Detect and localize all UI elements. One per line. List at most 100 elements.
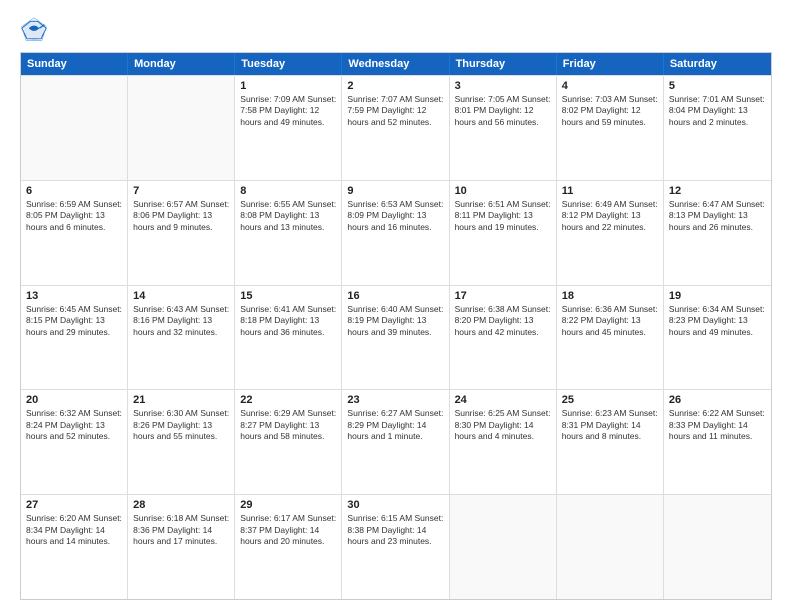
day-number: 25 [562, 394, 658, 406]
day-number: 5 [669, 80, 766, 92]
day-cell-26: 26Sunrise: 6:22 AM Sunset: 8:33 PM Dayli… [664, 390, 771, 494]
day-info: Sunrise: 6:51 AM Sunset: 8:11 PM Dayligh… [455, 199, 551, 233]
day-of-week-friday: Friday [557, 53, 664, 75]
week-row-5: 27 Sunrise: 6:20 AM Sunset: 8:34 PM Dayli… [21, 494, 771, 599]
day-of-week-sunday: Sunday [21, 53, 128, 75]
week-row-3: 13 Sunrise: 6:45 AM Sunset: 8:15 PM Dayli… [21, 285, 771, 390]
day-number: 2 [347, 80, 443, 92]
calendar-body: 1 Sunrise: 7:09 AM Sunset: 7:58 PM Daylig… [21, 75, 771, 599]
day-info: Sunrise: 6:25 AM Sunset: 8:30 PM Dayligh… [455, 408, 551, 442]
day-info: Sunrise: 6:49 AM Sunset: 8:12 PM Dayligh… [562, 199, 658, 233]
empty-cell [557, 495, 664, 599]
day-of-week-thursday: Thursday [450, 53, 557, 75]
logo-icon [20, 16, 48, 44]
day-info: Sunrise: 6:23 AM Sunset: 8:31 PM Dayligh… [562, 408, 658, 442]
calendar: SundayMondayTuesdayWednesdayThursdayFrid… [20, 52, 772, 600]
day-number: 6 [26, 185, 122, 197]
day-cell-11: 11Sunrise: 6:49 AM Sunset: 8:12 PM Dayli… [557, 181, 664, 285]
day-info: Sunrise: 6:40 AM Sunset: 8:19 PM Dayligh… [347, 304, 443, 338]
day-cell-10: 10 Sunrise: 6:51 AM Sunset: 8:11 PM Dayli… [450, 181, 557, 285]
day-number: 20 [26, 394, 122, 406]
day-info: Sunrise: 6:20 AM Sunset: 8:34 PM Dayligh… [26, 513, 122, 547]
day-info: Sunrise: 7:07 AM Sunset: 7:59 PM Dayligh… [347, 94, 443, 128]
day-of-week-tuesday: Tuesday [235, 53, 342, 75]
day-info: Sunrise: 6:55 AM Sunset: 8:08 PM Dayligh… [240, 199, 336, 233]
day-cell-4: 4 Sunrise: 7:03 AM Sunset: 8:02 PM Daylig… [557, 76, 664, 180]
day-info: Sunrise: 6:57 AM Sunset: 8:06 PM Dayligh… [133, 199, 229, 233]
day-number: 21 [133, 394, 229, 406]
day-number: 19 [669, 290, 766, 302]
day-cell-5: 5 Sunrise: 7:01 AM Sunset: 8:04 PM Daylig… [664, 76, 771, 180]
day-number: 14 [133, 290, 229, 302]
day-info: Sunrise: 6:32 AM Sunset: 8:24 PM Dayligh… [26, 408, 122, 442]
day-number: 12 [669, 185, 766, 197]
day-info: Sunrise: 6:15 AM Sunset: 8:38 PM Dayligh… [347, 513, 443, 547]
day-number: 15 [240, 290, 336, 302]
day-number: 1 [240, 80, 336, 92]
day-cell-13: 13 Sunrise: 6:45 AM Sunset: 8:15 PM Dayli… [21, 286, 128, 390]
day-cell-22: 22Sunrise: 6:29 AM Sunset: 8:27 PM Dayli… [235, 390, 342, 494]
day-number: 10 [455, 185, 551, 197]
day-number: 28 [133, 499, 229, 511]
day-cell-15: 15 Sunrise: 6:41 AM Sunset: 8:18 PM Dayli… [235, 286, 342, 390]
day-number: 18 [562, 290, 658, 302]
day-number: 27 [26, 499, 122, 511]
day-info: Sunrise: 7:03 AM Sunset: 8:02 PM Dayligh… [562, 94, 658, 128]
empty-cell [450, 495, 557, 599]
day-cell-2: 2 Sunrise: 7:07 AM Sunset: 7:59 PM Daylig… [342, 76, 449, 180]
day-cell-16: 16 Sunrise: 6:40 AM Sunset: 8:19 PM Dayli… [342, 286, 449, 390]
day-cell-7: 7 Sunrise: 6:57 AM Sunset: 8:06 PM Daylig… [128, 181, 235, 285]
day-cell-8: 8 Sunrise: 6:55 AM Sunset: 8:08 PM Daylig… [235, 181, 342, 285]
day-cell-6: 6 Sunrise: 6:59 AM Sunset: 8:05 PM Daylig… [21, 181, 128, 285]
day-of-week-monday: Monday [128, 53, 235, 75]
day-info: Sunrise: 6:45 AM Sunset: 8:15 PM Dayligh… [26, 304, 122, 338]
day-cell-25: 25 Sunrise: 6:23 AM Sunset: 8:31 PM Dayli… [557, 390, 664, 494]
page: SundayMondayTuesdayWednesdayThursdayFrid… [0, 0, 792, 612]
empty-cell [128, 76, 235, 180]
calendar-header: SundayMondayTuesdayWednesdayThursdayFrid… [21, 53, 771, 75]
day-info: Sunrise: 6:36 AM Sunset: 8:22 PM Dayligh… [562, 304, 658, 338]
day-info: Sunrise: 7:01 AM Sunset: 8:04 PM Dayligh… [669, 94, 766, 128]
week-row-2: 6 Sunrise: 6:59 AM Sunset: 8:05 PM Daylig… [21, 180, 771, 285]
day-info: Sunrise: 6:17 AM Sunset: 8:37 PM Dayligh… [240, 513, 336, 547]
day-cell-20: 20 Sunrise: 6:32 AM Sunset: 8:24 PM Dayli… [21, 390, 128, 494]
day-info: Sunrise: 6:29 AM Sunset: 8:27 PM Dayligh… [240, 408, 336, 442]
day-info: Sunrise: 6:59 AM Sunset: 8:05 PM Dayligh… [26, 199, 122, 233]
day-cell-27: 27 Sunrise: 6:20 AM Sunset: 8:34 PM Dayli… [21, 495, 128, 599]
day-info: Sunrise: 6:47 AM Sunset: 8:13 PM Dayligh… [669, 199, 766, 233]
day-cell-14: 14 Sunrise: 6:43 AM Sunset: 8:16 PM Dayli… [128, 286, 235, 390]
day-info: Sunrise: 7:09 AM Sunset: 7:58 PM Dayligh… [240, 94, 336, 128]
day-number: 17 [455, 290, 551, 302]
day-cell-28: 28 Sunrise: 6:18 AM Sunset: 8:36 PM Dayli… [128, 495, 235, 599]
empty-cell [21, 76, 128, 180]
day-cell-12: 12 Sunrise: 6:47 AM Sunset: 8:13 PM Dayli… [664, 181, 771, 285]
day-number: 8 [240, 185, 336, 197]
day-info: Sunrise: 6:27 AM Sunset: 8:29 PM Dayligh… [347, 408, 443, 442]
day-info: Sunrise: 6:53 AM Sunset: 8:09 PM Dayligh… [347, 199, 443, 233]
logo [20, 16, 52, 44]
day-cell-24: 24 Sunrise: 6:25 AM Sunset: 8:30 PM Dayli… [450, 390, 557, 494]
day-cell-21: 21 Sunrise: 6:30 AM Sunset: 8:26 PM Dayli… [128, 390, 235, 494]
day-info: Sunrise: 6:30 AM Sunset: 8:26 PM Dayligh… [133, 408, 229, 442]
week-row-4: 20 Sunrise: 6:32 AM Sunset: 8:24 PM Dayli… [21, 389, 771, 494]
day-cell-23: 23Sunrise: 6:27 AM Sunset: 8:29 PM Dayli… [342, 390, 449, 494]
day-number: 16 [347, 290, 443, 302]
day-cell-17: 17Sunrise: 6:38 AM Sunset: 8:20 PM Dayli… [450, 286, 557, 390]
day-cell-30: 30 Sunrise: 6:15 AM Sunset: 8:38 PM Dayli… [342, 495, 449, 599]
day-number: 9 [347, 185, 443, 197]
day-number: 13 [26, 290, 122, 302]
day-number: 24 [455, 394, 551, 406]
day-number: 3 [455, 80, 551, 92]
day-number: 29 [240, 499, 336, 511]
day-number: 7 [133, 185, 229, 197]
day-info: Sunrise: 6:43 AM Sunset: 8:16 PM Dayligh… [133, 304, 229, 338]
day-number: 4 [562, 80, 658, 92]
day-info: Sunrise: 6:34 AM Sunset: 8:23 PM Dayligh… [669, 304, 766, 338]
day-of-week-wednesday: Wednesday [342, 53, 449, 75]
day-number: 30 [347, 499, 443, 511]
week-row-1: 1 Sunrise: 7:09 AM Sunset: 7:58 PM Daylig… [21, 75, 771, 180]
day-cell-1: 1 Sunrise: 7:09 AM Sunset: 7:58 PM Daylig… [235, 76, 342, 180]
day-info: Sunrise: 6:18 AM Sunset: 8:36 PM Dayligh… [133, 513, 229, 547]
day-info: Sunrise: 6:41 AM Sunset: 8:18 PM Dayligh… [240, 304, 336, 338]
day-of-week-saturday: Saturday [664, 53, 771, 75]
